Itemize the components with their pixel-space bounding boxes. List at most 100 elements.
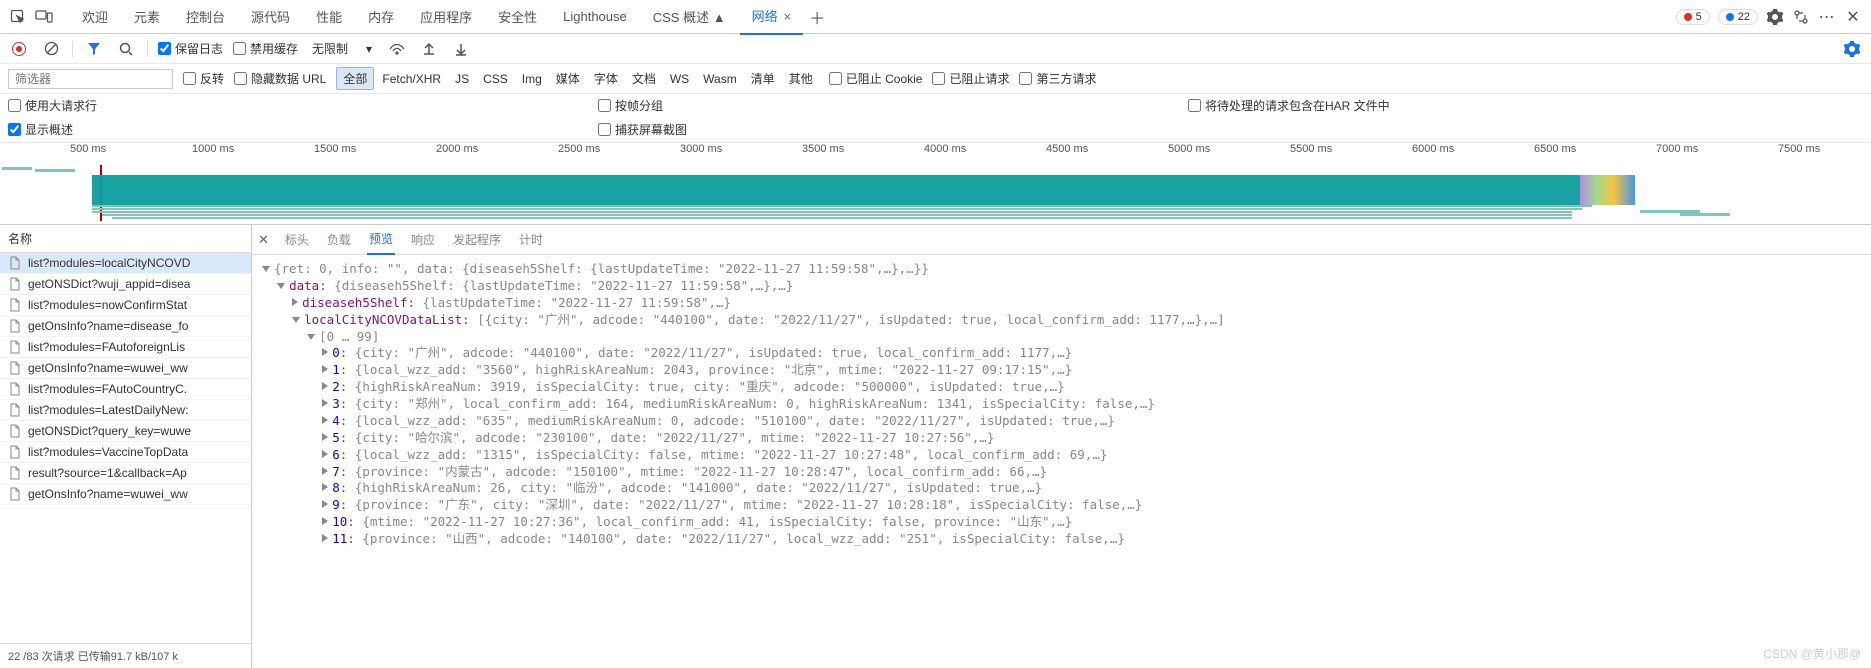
filter-img[interactable]: Img (516, 70, 548, 88)
request-row[interactable]: list?modules=LatestDailyNew: (0, 400, 251, 421)
preview-line[interactable]: [0 … 99] (262, 329, 1861, 346)
ruler-tick: 6500 ms (1534, 143, 1656, 163)
throttling-dropdown[interactable]: 无限制▾ (308, 38, 376, 59)
request-row[interactable]: list?modules=FAutoforeignLis (0, 337, 251, 358)
filter-icon[interactable] (83, 38, 105, 60)
groupbyframe-checkbox[interactable]: 按帧分组 (598, 97, 663, 114)
tab-timing[interactable]: 计时 (517, 225, 545, 254)
tab-network[interactable]: 网络× (740, 0, 804, 35)
request-name: result?source=1&callback=Ap (28, 466, 187, 480)
search-icon[interactable] (115, 38, 137, 60)
preview-line[interactable]: 0: {city: "广州", adcode: "440100", date: … (262, 345, 1861, 362)
preview-line[interactable]: 7: {province: "内蒙古", adcode: "150100", m… (262, 464, 1861, 481)
overview-timeline[interactable]: 500 ms 1000 ms 1500 ms 2000 ms 2500 ms 3… (0, 143, 1871, 225)
capturescreens-checkbox[interactable]: 捕获屏幕截图 (598, 121, 687, 138)
tab-welcome[interactable]: 欢迎 (70, 0, 120, 34)
preview-line[interactable]: localCityNCOVDataList: [{city: "广州", adc… (262, 312, 1861, 329)
tab-performance[interactable]: 性能 (304, 0, 354, 34)
thirdparty-checkbox[interactable]: 第三方请求 (1019, 70, 1096, 87)
request-row[interactable]: result?source=1&callback=Ap (0, 463, 251, 484)
bigrows-checkbox[interactable]: 使用大请求行 (8, 97, 97, 114)
filter-css[interactable]: CSS (477, 70, 514, 88)
tab-preview[interactable]: 预览 (367, 224, 395, 255)
issue-badge[interactable]: 22 (1718, 9, 1758, 25)
upload-har-icon[interactable] (418, 38, 440, 60)
device-icon[interactable] (32, 5, 56, 29)
preview-line[interactable]: 11: {province: "山西", adcode: "140100", d… (262, 531, 1861, 548)
filter-other[interactable]: 其他 (783, 68, 819, 89)
preview-line[interactable]: 4: {local_wzz_add: "635", mediumRiskArea… (262, 413, 1861, 430)
tab-headers[interactable]: 标头 (283, 225, 311, 254)
more-vertical-icon[interactable]: ⋯ (1815, 5, 1839, 29)
list-header-name[interactable]: 名称 (0, 225, 251, 253)
filter-manifest[interactable]: 清单 (745, 68, 781, 89)
preview-pane[interactable]: {ret: 0, info: "", data: {diseaseh5Shelf… (252, 255, 1871, 668)
preview-line[interactable]: 8: {highRiskAreaNum: 26, city: "临汾", adc… (262, 480, 1861, 497)
filter-media[interactable]: 媒体 (550, 68, 586, 89)
network-conditions-icon[interactable] (386, 38, 408, 60)
tab-response[interactable]: 响应 (409, 225, 437, 254)
tab-css-overview[interactable]: CSS 概述 ▲ (641, 0, 738, 34)
request-row[interactable]: getOnsInfo?name=disease_fo (0, 316, 251, 337)
request-row[interactable]: getOnsInfo?name=wuwei_ww (0, 358, 251, 379)
filter-font[interactable]: 字体 (588, 68, 624, 89)
har-pending-checkbox[interactable]: 将待处理的请求包含在HAR 文件中 (1188, 97, 1390, 114)
tab-payload[interactable]: 负载 (325, 225, 353, 254)
blocked-req-checkbox[interactable]: 已阻止请求 (932, 70, 1009, 87)
preview-line[interactable]: 9: {province: "广东", city: "深圳", date: "2… (262, 497, 1861, 514)
tab-memory[interactable]: 内存 (356, 0, 406, 34)
preview-line[interactable]: 6: {local_wzz_add: "1315", isSpecialCity… (262, 447, 1861, 464)
showoverview-checkbox[interactable]: 显示概述 (8, 121, 73, 138)
preview-line[interactable]: diseaseh5Shelf: {lastUpdateTime: "2022-1… (262, 295, 1861, 312)
preview-line[interactable]: 5: {city: "哈尔滨", adcode: "230100", date:… (262, 430, 1861, 447)
tab-sources[interactable]: 源代码 (239, 0, 302, 34)
request-list[interactable]: list?modules=localCityNCOVDgetONSDict?wu… (0, 253, 251, 643)
preview-line[interactable]: 1: {local_wzz_add: "3560", highRiskAreaN… (262, 362, 1861, 379)
request-row[interactable]: list?modules=VaccineTopData (0, 442, 251, 463)
record-icon[interactable] (8, 38, 30, 60)
close-devtools-icon[interactable]: ✕ (1841, 5, 1865, 29)
experiment-icon[interactable] (1789, 5, 1813, 29)
blocked-cookies-checkbox[interactable]: 已阻止 Cookie (829, 70, 923, 87)
filter-js[interactable]: JS (449, 70, 475, 88)
disable-cache-checkbox[interactable]: 禁用缓存 (233, 40, 298, 57)
request-row[interactable]: getONSDict?query_key=wuwe (0, 421, 251, 442)
filter-xhr[interactable]: Fetch/XHR (376, 70, 447, 88)
request-row[interactable]: getONSDict?wuji_appid=disea (0, 274, 251, 295)
close-icon[interactable]: × (784, 9, 792, 24)
preserve-log-checkbox[interactable]: 保留日志 (158, 40, 223, 57)
tab-initiator[interactable]: 发起程序 (451, 225, 503, 254)
preview-line[interactable]: {ret: 0, info: "", data: {diseaseh5Shelf… (262, 261, 1861, 278)
preview-line[interactable]: 10: {mtime: "2022-11-27 10:27:36", local… (262, 514, 1861, 531)
request-name: getOnsInfo?name=disease_fo (28, 319, 188, 333)
tab-elements[interactable]: 元素 (122, 0, 172, 34)
tab-application[interactable]: 应用程序 (408, 0, 484, 34)
hide-dataurl-checkbox[interactable]: 隐藏数据 URL (234, 70, 326, 87)
filter-all[interactable]: 全部 (336, 67, 374, 90)
filter-input[interactable] (8, 69, 173, 89)
preview-line[interactable]: data: {diseaseh5Shelf: {lastUpdateTime: … (262, 278, 1861, 295)
showoverview-label: 显示概述 (25, 121, 73, 138)
request-row[interactable]: getOnsInfo?name=wuwei_ww (0, 484, 251, 505)
invert-checkbox[interactable]: 反转 (183, 70, 224, 87)
file-icon (8, 277, 22, 291)
filter-doc[interactable]: 文档 (626, 68, 662, 89)
inspect-icon[interactable] (6, 5, 30, 29)
download-har-icon[interactable] (450, 38, 472, 60)
filter-wasm[interactable]: Wasm (697, 70, 743, 88)
request-row[interactable]: list?modules=nowConfirmStat (0, 295, 251, 316)
tab-console[interactable]: 控制台 (174, 0, 237, 34)
preview-line[interactable]: 2: {highRiskAreaNum: 3919, isSpecialCity… (262, 379, 1861, 396)
request-row[interactable]: list?modules=localCityNCOVD (0, 253, 251, 274)
request-row[interactable]: list?modules=FAutoCountryC. (0, 379, 251, 400)
gear-icon[interactable] (1841, 38, 1863, 60)
tab-security[interactable]: 安全性 (486, 0, 549, 34)
plus-icon[interactable]: ＋ (805, 5, 829, 29)
close-detail-icon[interactable]: ✕ (258, 232, 269, 248)
preview-line[interactable]: 3: {city: "郑州", local_confirm_add: 164, … (262, 396, 1861, 413)
gear-icon[interactable] (1763, 5, 1787, 29)
filter-ws[interactable]: WS (664, 70, 695, 88)
error-badge[interactable]: 5 (1676, 9, 1710, 25)
tab-lighthouse[interactable]: Lighthouse (551, 1, 639, 32)
clear-icon[interactable] (40, 38, 62, 60)
